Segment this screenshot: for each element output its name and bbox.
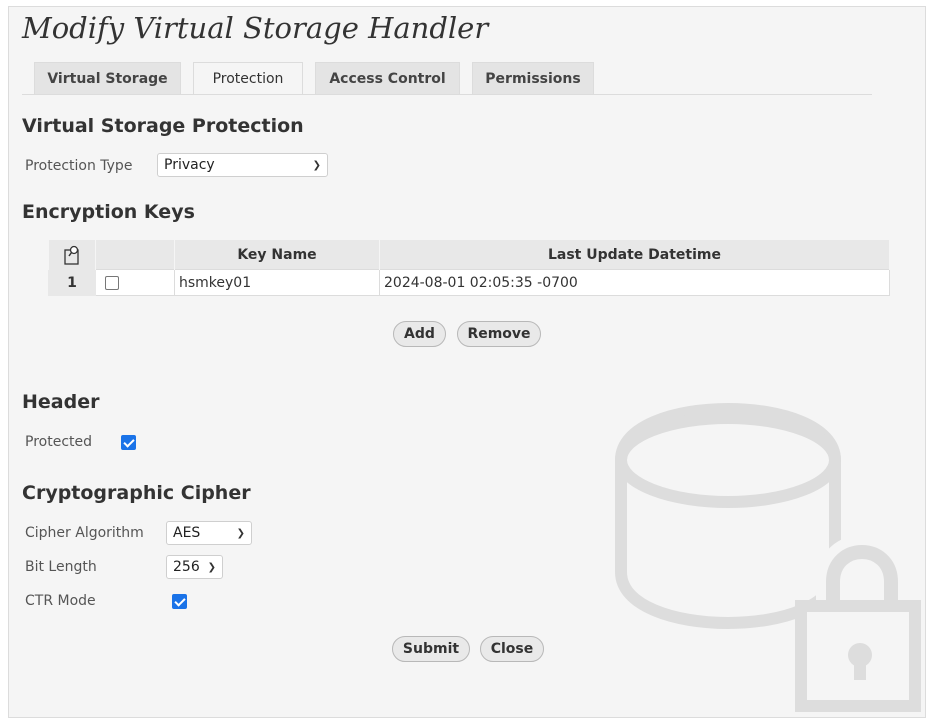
storage-lock-icon [615, 403, 921, 712]
row-select-cell [95, 269, 175, 296]
column-menu-header[interactable] [48, 240, 96, 270]
cipher-algorithm-value: AES [173, 525, 201, 541]
keys-table-header: Key Name Last Update Datetime [48, 240, 890, 270]
column-last-update[interactable]: Last Update Datetime [379, 240, 890, 270]
table-row[interactable]: 1 hsmkey01 2024-08-01 02:05:35 -0700 [48, 269, 890, 296]
row-select-checkbox[interactable] [105, 275, 119, 290]
bit-length-value: 256 [173, 559, 200, 575]
page-title: Modify Virtual Storage Handler [22, 11, 489, 45]
protected-checkbox[interactable] [121, 435, 136, 450]
protection-type-value: Privacy [164, 157, 215, 173]
ctr-mode-checkbox[interactable] [172, 594, 187, 609]
bit-length-label: Bit Length [25, 559, 97, 575]
close-button[interactable]: Close [480, 636, 544, 662]
protection-heading: Virtual Storage Protection [22, 115, 304, 137]
add-key-button[interactable]: Add [393, 321, 446, 347]
column-chooser-icon [64, 245, 79, 265]
protection-type-select[interactable]: Privacy ❯ [157, 153, 328, 177]
last-update-cell: 2024-08-01 02:05:35 -0700 [379, 269, 890, 296]
ctr-mode-label: CTR Mode [25, 593, 96, 609]
select-column-header [95, 240, 175, 270]
header-heading: Header [22, 391, 100, 413]
tab-virtual-storage[interactable]: Virtual Storage [34, 62, 181, 95]
encryption-keys-heading: Encryption Keys [22, 201, 195, 223]
main-panel: Modify Virtual Storage Handler Virtual S… [8, 6, 926, 718]
cipher-algorithm-label: Cipher Algorithm [25, 525, 144, 541]
chevron-down-icon: ❯ [207, 561, 216, 573]
bit-length-select[interactable]: 256 ❯ [166, 555, 223, 579]
keys-table: Key Name Last Update Datetime 1 hsmkey01… [48, 240, 890, 296]
cipher-algorithm-select[interactable]: AES ❯ [166, 521, 252, 545]
tab-access-control[interactable]: Access Control [315, 62, 460, 95]
column-key-name[interactable]: Key Name [174, 240, 380, 270]
tab-permissions[interactable]: Permissions [472, 62, 594, 95]
cipher-heading: Cryptographic Cipher [22, 482, 251, 504]
remove-key-button[interactable]: Remove [457, 321, 541, 347]
protected-label: Protected [25, 434, 92, 450]
chevron-down-icon: ❯ [236, 527, 245, 539]
tab-divider [22, 94, 872, 95]
key-name-cell: hsmkey01 [174, 269, 380, 296]
submit-button[interactable]: Submit [392, 636, 470, 662]
chevron-down-icon: ❯ [312, 159, 321, 171]
tab-protection[interactable]: Protection [193, 62, 303, 95]
protection-type-label: Protection Type [25, 158, 133, 174]
row-number: 1 [48, 269, 96, 296]
